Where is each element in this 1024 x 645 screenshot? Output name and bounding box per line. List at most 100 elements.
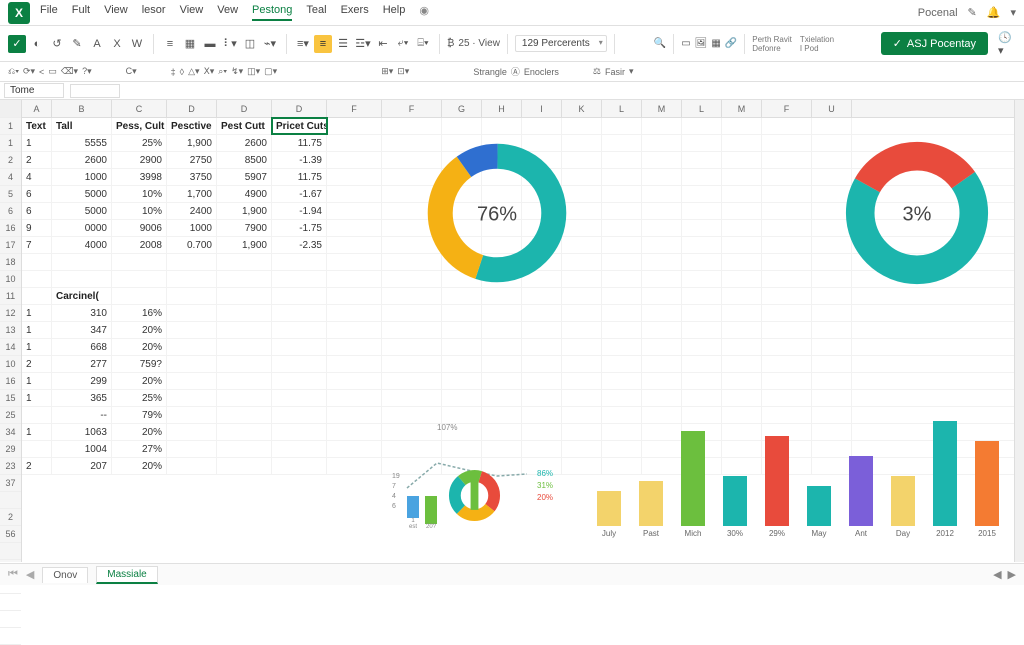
list-icon[interactable]: ☰ [334,35,352,53]
grid-icon[interactable]: ▦ [711,38,720,49]
col-header[interactable]: C [112,100,167,117]
prev-sheet-icon[interactable]: ◀ [26,568,34,581]
tool2-n[interactable]: ◫▾ [247,66,260,77]
spacing-icon[interactable]: ◫ [241,35,259,53]
cell-grid[interactable]: TextTallPess, CultPesctivePest CuttPrice… [22,118,1014,475]
menu-pestong[interactable]: Pestong [252,4,292,21]
tool-a-icon[interactable]: ⌁▾ [261,35,279,53]
shapes-icon[interactable]: ▭ [681,38,690,49]
col-header[interactable]: F [762,100,812,117]
tool2-f[interactable]: ?▾ [82,66,92,77]
tool2-i[interactable]: ◊ [180,67,184,77]
col-header[interactable]: D [272,100,327,117]
tool2-e[interactable]: ⌫▾ [61,66,78,77]
name-box[interactable]: Tome [4,83,64,98]
col-header[interactable]: D [217,100,272,117]
row-header[interactable]: 4 [0,169,21,186]
row-header[interactable]: 1 [0,135,21,152]
image-icon[interactable]: 🖼 [695,38,708,49]
row-header[interactable]: 18 [0,254,21,271]
tool2-m[interactable]: ↯▾ [231,66,243,77]
col-header[interactable]: I [522,100,562,117]
menu-fult[interactable]: Fult [72,4,90,21]
menu-exers[interactable]: Exers [341,4,369,21]
col-header[interactable]: G [442,100,482,117]
sheet-tab-1[interactable]: Massiale [96,566,157,584]
col-header[interactable]: D [167,100,217,117]
col-header[interactable]: F [382,100,442,117]
underline-icon[interactable]: Ⓐ [511,65,520,78]
row-header[interactable]: 10 [0,271,21,288]
share-button[interactable]: ✓ ASJ Pocentay [881,32,988,55]
row-header[interactable]: 10 [0,356,21,373]
menu-lesor[interactable]: lesor [142,4,166,21]
col-header[interactable]: A [22,100,52,117]
format-group-b[interactable]: ⊡▾ [397,66,409,77]
scroll-left-icon[interactable]: ◀ [993,568,1001,581]
row-header[interactable]: 6 [0,203,21,220]
row-header[interactable]: 56 [0,526,21,543]
tool2-k[interactable]: Ⅹ▾ [204,66,215,77]
bold-icon[interactable]: W [128,35,146,53]
row-header[interactable]: 14 [0,339,21,356]
help-icon[interactable]: ◉ [419,4,429,21]
account-label[interactable]: Pocenal [918,7,958,19]
row-header[interactable]: 1 [0,118,21,135]
find-icon[interactable]: 🔍 [654,38,666,49]
undo-icon[interactable]: ◐ [28,35,46,53]
tool2-c[interactable]: < [39,67,44,77]
tool2-l[interactable]: ⌕▾ [218,66,227,77]
sheet-tab-0[interactable]: Onov [42,567,88,583]
wrap-icon[interactable]: ⤶▾ [394,35,412,53]
sort-icon[interactable]: ▾ [629,66,634,77]
row-header[interactable]: 16 [0,220,21,237]
highlight-icon[interactable]: ≡ [314,35,332,53]
align-left-icon[interactable]: ≡ [161,35,179,53]
row-header[interactable]: 25 [0,407,21,424]
tool2-a[interactable]: ⎌▾ [8,66,19,77]
save-icon[interactable]: ✓ [8,35,26,53]
menu-teal[interactable]: Teal [306,4,326,21]
col-header[interactable]: M [642,100,682,117]
bell-icon[interactable]: 🔔 [987,6,1001,19]
cut-icon[interactable]: A [88,35,106,53]
tool2-g[interactable]: C▾ [126,66,137,77]
tool2-h[interactable]: ‡ [171,67,176,77]
col-header[interactable]: L [682,100,722,117]
zoom-control[interactable]: ₿ 25 · View [447,38,500,49]
row-header[interactable]: 5 [0,186,21,203]
align-icon[interactable]: ≡▾ [294,35,312,53]
col-header[interactable]: F [327,100,382,117]
row-header[interactable]: 34 [0,424,21,441]
select-all-corner[interactable] [0,100,21,118]
row-header[interactable]: 16 [0,373,21,390]
col-header[interactable]: H [482,100,522,117]
brush-icon[interactable]: ✎ [68,35,86,53]
fill-icon[interactable]: ▬ [201,35,219,53]
chevron-down-icon[interactable]: ▾ [1010,6,1016,19]
col-header[interactable]: M [722,100,762,117]
col-header[interactable]: B [52,100,112,117]
merge-icon[interactable]: ⌸▾ [414,35,432,53]
first-sheet-icon[interactable]: ⏮ [8,568,18,581]
row-header[interactable]: 2 [0,152,21,169]
menu-view[interactable]: View [104,4,128,21]
filter-icon[interactable]: ⚖ [593,66,601,77]
row-header[interactable] [0,492,21,509]
tool2-b[interactable]: ⟳▾ [23,66,35,77]
row-header[interactable]: 15 [0,390,21,407]
row-header[interactable]: 29 [0,441,21,458]
number-format-dropdown[interactable]: 129 Percerents [515,35,607,52]
menu-help[interactable]: Help [383,4,406,21]
format-group-a[interactable]: ⊞▾ [381,66,393,77]
col-header[interactable]: L [602,100,642,117]
dropdown-icon[interactable]: ⠇▾ [221,35,239,53]
row-header[interactable]: 11 [0,288,21,305]
scroll-right-icon[interactable]: ▶ [1008,568,1016,581]
border-icon[interactable]: ▦ [181,35,199,53]
row-header[interactable]: 13 [0,322,21,339]
strike-icon[interactable]: X [108,35,126,53]
redo-icon[interactable]: ↺ [48,35,66,53]
col-header[interactable]: U [812,100,852,117]
row-header[interactable]: 12 [0,305,21,322]
